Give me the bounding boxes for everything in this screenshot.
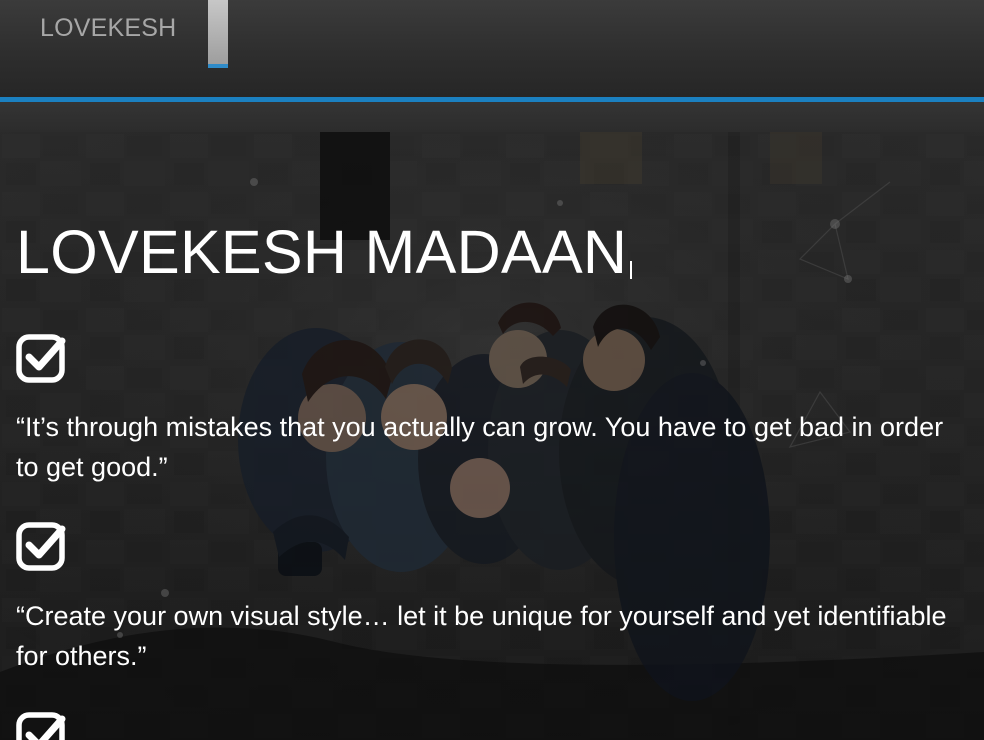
- check-square-icon: [16, 522, 66, 571]
- quote-text: “Create your own visual style… let it be…: [16, 601, 947, 671]
- top-navbar: LOVEKESH: [0, 0, 984, 97]
- check-square-icon: [16, 334, 66, 383]
- hero-content: LOVEKESH MADAAN “It’s through mistakes t…: [16, 132, 984, 740]
- typing-caret: [630, 261, 633, 279]
- hero-section: LOVEKESH MADAAN “It’s through mistakes t…: [0, 132, 984, 740]
- quote-text: “It’s through mistakes that you actually…: [16, 412, 944, 482]
- navbar-subbar: [0, 102, 984, 132]
- menu-toggle-icon[interactable]: [208, 0, 228, 68]
- hero-title: LOVEKESH MADAAN: [16, 218, 633, 286]
- hero-title-text: LOVEKESH MADAAN: [16, 218, 628, 286]
- brand-logo-text[interactable]: LOVEKESH: [40, 14, 176, 43]
- check-square-icon: [16, 712, 66, 740]
